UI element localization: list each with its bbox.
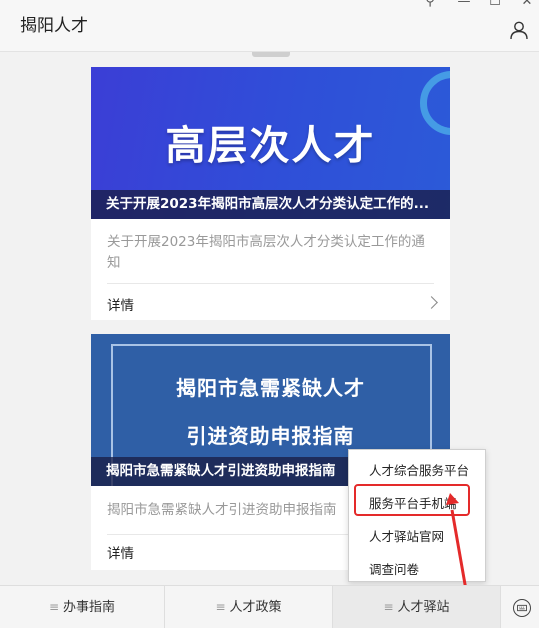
tab-talent-station[interactable]: ≡ 人才驿站 — [333, 586, 501, 628]
bottom-nav: ≡ 办事指南 ≡ 人才政策 ≡ 人才驿站 — [0, 585, 539, 628]
tab-label: 人才驿站 — [397, 600, 450, 615]
scroll-grip[interactable] — [252, 52, 290, 57]
minimize-icon[interactable]: — — [455, 0, 473, 9]
menu-icon: ≡ — [383, 600, 394, 614]
menu-item-survey[interactable]: 调查问卷 — [369, 559, 419, 578]
menu-item-station-website[interactable]: 人才驿站官网 — [369, 526, 444, 545]
detail-link[interactable]: 详情 — [107, 294, 134, 314]
chevron-right-icon[interactable] — [425, 296, 438, 309]
keyboard-icon[interactable] — [513, 599, 531, 617]
menu-icon: ≡ — [48, 600, 60, 614]
maximize-icon[interactable]: ☐ — [486, 0, 504, 9]
divider — [107, 283, 434, 284]
menu-item-talent-service-platform[interactable]: 人才综合服务平台 — [369, 460, 469, 479]
banner-caption: 关于开展2023年揭阳市高层次人才分类认定工作的... — [91, 190, 450, 219]
banner-headline: 高层次人才 — [165, 123, 376, 169]
close-icon[interactable]: ✕ — [518, 0, 536, 9]
tab-talent-policy[interactable]: ≡ 人才政策 — [165, 586, 333, 628]
news-banner[interactable]: 高层次人才 关于开展2023年揭阳市高层次人才分类认定工作的... — [91, 67, 450, 219]
tab-label: 办事指南 — [63, 600, 116, 615]
title-bar: 揭阳人才 ⚲ — ☐ ✕ — [0, 0, 539, 52]
news-card[interactable]: 高层次人才 关于开展2023年揭阳市高层次人才分类认定工作的... 关于开展20… — [91, 67, 450, 320]
banner-headline: 揭阳市急需紧缺人才 — [176, 376, 365, 400]
menu-icon: ≡ — [215, 600, 226, 614]
highlight-box — [354, 484, 470, 516]
tab-label: 人才政策 — [229, 600, 282, 615]
detail-link[interactable]: 详情 — [107, 542, 134, 562]
banner-subheadline: 引进资助申报指南 — [186, 424, 355, 448]
pin-icon[interactable]: ⚲ — [421, 0, 439, 9]
app-title: 揭阳人才 — [20, 16, 88, 36]
person-icon[interactable] — [509, 20, 529, 40]
card-summary: 关于开展2023年揭阳市高层次人才分类认定工作的通知 — [107, 234, 425, 271]
tab-service-guide[interactable]: ≡ 办事指南 — [0, 586, 165, 628]
